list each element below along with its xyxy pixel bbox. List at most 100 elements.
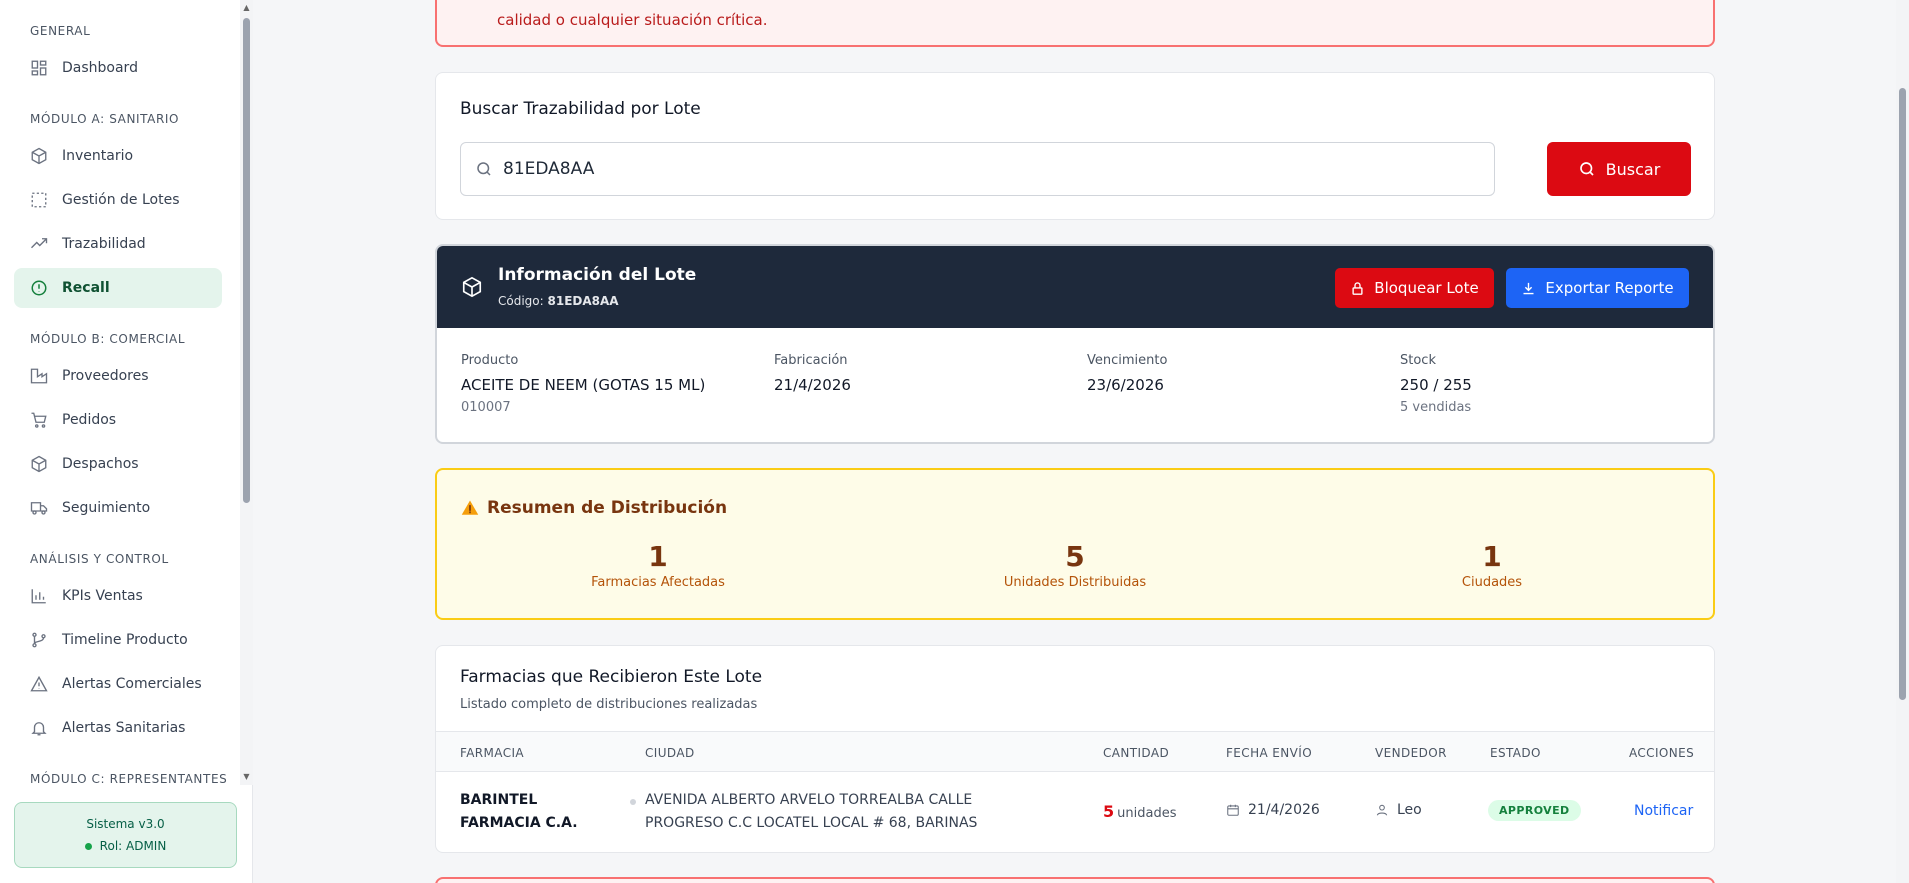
stat-value: 5: [1065, 540, 1085, 573]
lot-code: Código: 81EDA8AA: [498, 294, 619, 308]
product-code: 010007: [461, 400, 511, 415]
stat-value: 1: [1482, 540, 1502, 573]
col-header-ship-date: FECHA ENVÍO: [1226, 746, 1313, 760]
lock-icon: [1352, 281, 1363, 295]
sidebar-item-label: Dashboard: [62, 60, 138, 76]
export-report-button[interactable]: Exportar Reporte: [1506, 268, 1689, 308]
city-address: AVENIDA ALBERTO ARVELO TORREALBA CALLE P…: [645, 792, 978, 831]
sidebar-nav: GENERAL Dashboard MÓDULO A: SANITARIO In…: [0, 0, 240, 785]
sidebar-scrollbar[interactable]: ▲ ▼: [240, 0, 253, 785]
table-header: FARMACIA CIUDAD CANTIDAD FECHA ENVÍO VEN…: [436, 731, 1714, 772]
sidebar-item-seguimiento[interactable]: Seguimiento: [14, 488, 222, 528]
lot-info-header: Información del Lote Código: 81EDA8AA Bl…: [437, 246, 1713, 328]
product-name: ACEITE DE NEEM (GOTAS 15 ML): [461, 376, 706, 394]
lot-search-input[interactable]: [503, 159, 1483, 179]
box-icon: [31, 147, 47, 165]
user-icon: [1376, 804, 1388, 816]
status-dot-icon: [84, 842, 92, 850]
sidebar-item-label: Recall: [62, 280, 110, 296]
col-header-actions: ACCIONES: [1629, 746, 1695, 760]
page-scrollbar[interactable]: [1896, 0, 1909, 883]
sidebar-item-label: Seguimiento: [62, 500, 151, 516]
field-label: Fabricación: [774, 353, 848, 368]
sidebar-item-dashboard[interactable]: Dashboard: [14, 48, 222, 88]
block-lot-button[interactable]: Bloquear Lote: [1335, 268, 1494, 308]
dashed-square-icon: [31, 192, 47, 208]
notify-link[interactable]: Notificar: [1634, 803, 1693, 819]
sidebar-item-label: Gestión de Lotes: [62, 192, 180, 208]
system-info-box: Sistema v3.0 Rol: ADMIN: [14, 802, 237, 868]
sidebar-item-trazabilidad[interactable]: Trazabilidad: [14, 224, 222, 264]
section-label-general: GENERAL: [30, 24, 91, 38]
search-icon: [1579, 162, 1594, 176]
page-scroll-thumb[interactable]: [1899, 88, 1906, 700]
section-label-comercial: MÓDULO B: COMERCIAL: [30, 332, 186, 346]
sidebar-item-despachos[interactable]: Despachos: [14, 444, 222, 484]
lot-field-stock: Stock 250 / 255 5 vendidas: [1400, 353, 1472, 415]
distribution-summary-card: Resumen de Distribución 1 Farmacias Afec…: [435, 468, 1715, 620]
table-subtitle: Listado completo de distribuciones reali…: [460, 697, 758, 712]
seller-cell: Leo: [1375, 802, 1422, 818]
lot-field-product: Producto ACEITE DE NEEM (GOTAS 15 ML) 01…: [461, 353, 705, 415]
stat-value: 1: [648, 540, 668, 573]
ship-date-cell: 21/4/2026: [1226, 802, 1320, 818]
status-badge: APPROVED: [1488, 800, 1581, 821]
search-button[interactable]: Buscar: [1547, 142, 1691, 196]
sidebar-item-kpis-ventas[interactable]: KPIs Ventas: [14, 576, 222, 616]
sidebar-item-pedidos[interactable]: Pedidos: [14, 400, 222, 440]
ship-date: 21/4/2026: [1248, 802, 1320, 818]
stat-label: Ciudades: [1461, 575, 1523, 590]
sidebar-scroll-thumb[interactable]: [243, 18, 250, 503]
stat-label: Farmacias Afectadas: [591, 575, 725, 590]
sidebar-item-label: Inventario: [62, 148, 134, 164]
seller-name: Leo: [1397, 802, 1422, 818]
sidebar-item-label: Alertas Comerciales: [62, 676, 202, 692]
scroll-up-arrow-icon[interactable]: ▲: [240, 0, 253, 16]
quantity-unit: unidades: [1117, 806, 1177, 821]
field-label: Stock: [1400, 353, 1436, 368]
sidebar-item-alertas-sanitarias[interactable]: Alertas Sanitarias: [14, 708, 222, 748]
stat-affected-pharmacies: 1 Farmacias Afectadas: [558, 540, 758, 590]
section-label-representantes: MÓDULO C: REPRESENTANTES: [30, 772, 228, 785]
lot-code-label: Código:: [498, 294, 544, 308]
sidebar-item-recall[interactable]: Recall: [14, 268, 222, 308]
pharmacies-table-card: Farmacias que Recibieron Este Lote Lista…: [435, 645, 1715, 853]
lot-info-title: Información del Lote: [498, 265, 697, 285]
sidebar-item-label: KPIs Ventas: [62, 588, 143, 604]
stat-cities: 1 Ciudades: [1392, 540, 1592, 590]
sidebar-item-proveedores[interactable]: Proveedores: [14, 356, 222, 396]
expiry-date: 23/6/2026: [1087, 376, 1164, 394]
alert-circle-icon: [31, 280, 47, 296]
bell-icon: [31, 722, 47, 736]
col-header-pharmacy: FARMACIA: [460, 746, 525, 760]
alert-text: calidad o cualquier situación crítica.: [497, 11, 768, 29]
block-lot-label: Bloquear Lote: [1374, 279, 1479, 297]
sidebar-item-timeline-producto[interactable]: Timeline Producto: [14, 620, 222, 660]
sidebar-item-gestion-lotes[interactable]: Gestión de Lotes: [14, 180, 222, 220]
lot-code-value: 81EDA8AA: [547, 294, 619, 308]
col-header-status: ESTADO: [1490, 746, 1541, 760]
col-header-quantity: CANTIDAD: [1103, 746, 1170, 760]
stock-value: 250 / 255: [1400, 376, 1472, 394]
field-label: Producto: [461, 353, 519, 368]
lot-info-card: Información del Lote Código: 81EDA8AA Bl…: [435, 244, 1715, 444]
sidebar-item-label: Timeline Producto: [62, 632, 188, 648]
system-version: Sistema v3.0: [86, 817, 165, 831]
box-icon: [462, 276, 482, 298]
quantity-value: 5: [1103, 802, 1115, 821]
section-label-analisis: ANÁLISIS Y CONTROL: [30, 552, 169, 566]
next-card-edge: [435, 877, 1715, 883]
scroll-down-arrow-icon[interactable]: ▼: [240, 769, 253, 785]
warning-icon: [461, 500, 479, 515]
sidebar-item-label: Proveedores: [62, 368, 149, 384]
search-box[interactable]: [460, 142, 1495, 196]
lot-field-expiry: Vencimiento 23/6/2026: [1087, 353, 1167, 394]
lot-field-manufacture: Fabricación 21/4/2026: [774, 353, 851, 394]
sidebar-item-alertas-comerciales[interactable]: Alertas Comerciales: [14, 664, 222, 704]
recall-alert-banner: calidad o cualquier situación crítica.: [435, 0, 1715, 47]
quantity-cell: 5 unidades: [1103, 802, 1176, 821]
export-report-label: Exportar Reporte: [1545, 279, 1674, 297]
col-header-seller: VENDEDOR: [1375, 746, 1447, 760]
sidebar-item-inventario[interactable]: Inventario: [14, 136, 222, 176]
stat-label: Unidades Distribuidas: [1003, 575, 1147, 590]
